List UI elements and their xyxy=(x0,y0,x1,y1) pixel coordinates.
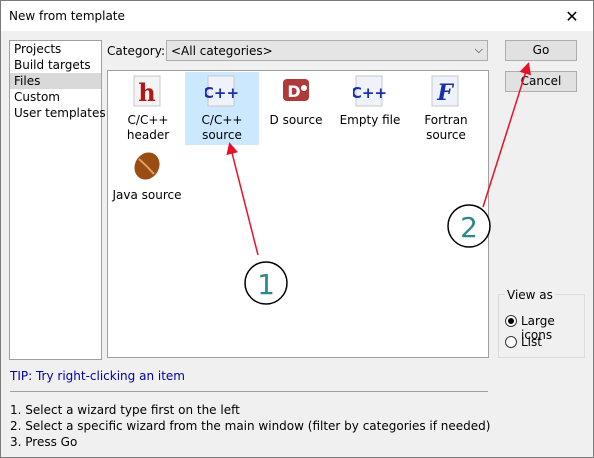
cancel-button[interactable]: Cancel xyxy=(505,71,577,92)
view-as-group: View as Large icons List xyxy=(498,288,585,358)
h-letter-icon: h xyxy=(133,75,161,107)
template-label: Empty file xyxy=(339,113,401,127)
d-letter-icon: D xyxy=(283,79,309,101)
category-select[interactable]: <All categories> ⌵ xyxy=(166,40,488,61)
list-radio[interactable] xyxy=(505,336,517,348)
template-item-java-source[interactable]: Java source xyxy=(108,147,186,205)
sidebar-item-custom[interactable]: Custom xyxy=(10,89,101,105)
category-type-list[interactable]: Projects Build targets Files Custom User… xyxy=(9,40,106,360)
svg-text:F: F xyxy=(436,80,454,106)
instruction-line: 3. Press Go xyxy=(10,435,78,449)
template-item-d-source[interactable]: D D source xyxy=(259,72,333,130)
chevron-down-icon: ⌵ xyxy=(474,43,483,56)
svg-text:C++: C++ xyxy=(205,84,239,102)
title-bar: New from template ✕ xyxy=(1,1,593,31)
template-label: C/C++ source xyxy=(201,113,243,142)
tip-text: TIP: Try right-clicking an item xyxy=(10,369,185,383)
template-label: C/C++ header xyxy=(126,113,170,142)
template-panel: h C/C++ header C++ C/C++ source D D sour… xyxy=(107,70,489,358)
template-label: D source xyxy=(269,113,323,127)
divider xyxy=(10,391,488,392)
cpp-letters-icon: C++ xyxy=(203,75,239,107)
list-label[interactable]: List xyxy=(521,335,542,349)
c-letter-icon: C++ xyxy=(351,75,387,107)
svg-text:D: D xyxy=(287,82,300,101)
large-icons-radio[interactable] xyxy=(505,315,517,327)
svg-text:C++: C++ xyxy=(353,84,387,102)
go-button[interactable]: Go xyxy=(505,40,577,61)
template-item-cpp-header[interactable]: h C/C++ header xyxy=(111,72,185,145)
new-from-template-dialog: New from template ✕ Projects Build targe… xyxy=(0,0,594,458)
category-label: Category: xyxy=(107,44,165,58)
close-icon[interactable]: ✕ xyxy=(555,3,589,29)
window-title: New from template xyxy=(9,9,125,23)
template-item-empty-file[interactable]: C++ Empty file xyxy=(333,72,407,130)
template-item-cpp-source[interactable]: C++ C/C++ source xyxy=(185,72,259,145)
template-label: Fortran source xyxy=(424,113,468,142)
sidebar-item-projects[interactable]: Projects xyxy=(10,41,101,57)
sidebar-item-build-targets[interactable]: Build targets xyxy=(10,57,101,73)
view-as-legend: View as xyxy=(505,288,555,302)
sidebar-item-user-templates[interactable]: User templates xyxy=(10,105,106,121)
instruction-line: 1. Select a wizard type first on the lef… xyxy=(10,403,240,417)
template-label: Java source xyxy=(112,188,182,202)
f-letter-icon: F xyxy=(431,75,459,107)
coffee-bean-icon xyxy=(134,152,160,180)
instruction-line: 2. Select a specific wizard from the mai… xyxy=(10,419,491,433)
template-item-fortran-source[interactable]: F Fortran source xyxy=(409,72,483,145)
sidebar-item-files[interactable]: Files xyxy=(10,73,101,89)
category-value: <All categories> xyxy=(171,44,273,58)
svg-text:h: h xyxy=(138,78,155,107)
